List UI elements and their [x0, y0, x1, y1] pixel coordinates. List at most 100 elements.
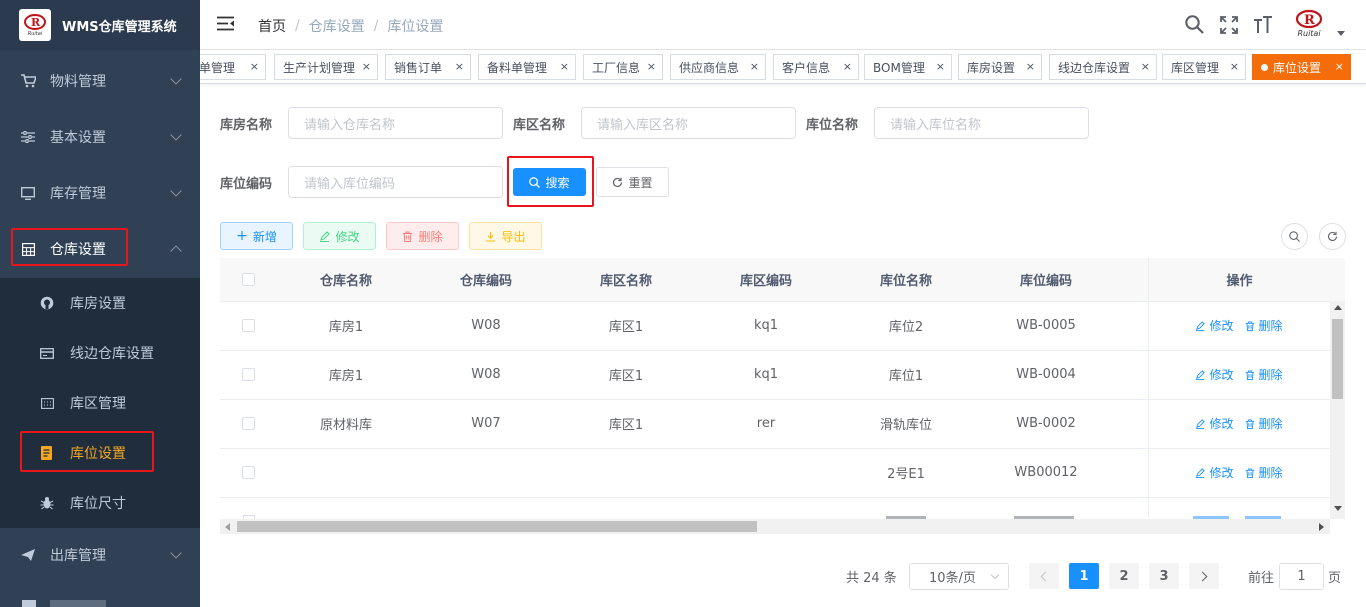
sidebar-item-zone-management[interactable]: 库区管理	[0, 378, 200, 428]
header-select-all[interactable]	[220, 258, 276, 301]
close-icon[interactable]: ×	[647, 60, 656, 73]
row-edit-button[interactable]: 修改	[1195, 464, 1234, 481]
goto-page-input[interactable]: 1	[1279, 563, 1324, 590]
header-actions: 操作	[1148, 258, 1330, 301]
close-icon[interactable]: ×	[1026, 60, 1035, 73]
search-icon[interactable]	[1185, 15, 1204, 38]
sidebar-item-storeroom-settings[interactable]: 库房设置	[0, 278, 200, 328]
row-delete-button[interactable]: 删除	[1245, 464, 1283, 481]
scroll-down-arrow-icon[interactable]	[1334, 506, 1342, 511]
plane-icon	[20, 547, 36, 563]
trash-icon	[1245, 320, 1254, 331]
sidebar-item-basic-settings[interactable]: 基本设置	[0, 109, 200, 165]
tag-storeroom-settings[interactable]: 库房设置 ×	[958, 54, 1042, 80]
breadcrumb-home[interactable]: 首页	[258, 16, 286, 36]
tag-lineside-warehouse[interactable]: 线边仓库设置 ×	[1049, 54, 1157, 80]
row-delete-button[interactable]: 删除	[1245, 366, 1283, 383]
tag-label: 客户信息	[782, 60, 831, 75]
location-name-input[interactable]: 请输入库位名称	[874, 107, 1089, 139]
table-cell	[556, 448, 696, 497]
edit-button[interactable]: 修改	[303, 222, 376, 250]
toggle-search-button[interactable]	[1281, 223, 1308, 250]
scroll-up-arrow-icon[interactable]	[1334, 305, 1342, 310]
checkbox[interactable]	[241, 417, 255, 430]
highlight-box	[20, 431, 154, 472]
tag-location-settings[interactable]: 库位设置 ×	[1252, 54, 1351, 80]
sidebar-item-outbound[interactable]: 出库管理	[0, 527, 200, 583]
caret-down-icon[interactable]	[1337, 31, 1345, 36]
close-icon[interactable]: ×	[250, 60, 259, 73]
table-cell: 2号E1	[887, 467, 925, 482]
zone-name-input[interactable]: 请输入库区名称	[581, 107, 796, 139]
close-icon[interactable]: ×	[843, 60, 852, 73]
close-icon[interactable]: ×	[560, 60, 569, 73]
row-edit-button[interactable]: 修改	[1195, 415, 1234, 432]
checkbox[interactable]	[241, 273, 255, 286]
page-size-value: 10条/页	[929, 571, 976, 586]
text-size-icon[interactable]	[1253, 15, 1273, 39]
page-button-2[interactable]: 2	[1109, 563, 1139, 589]
bug-icon	[40, 496, 54, 510]
avatar[interactable]: R Ruitai	[1292, 9, 1326, 41]
sidebar-item-material[interactable]: 物料管理	[0, 53, 200, 109]
vertical-scroll-thumb[interactable]	[1332, 319, 1343, 399]
close-icon[interactable]: ×	[750, 60, 759, 73]
location-code-input[interactable]: 请输入库位编码	[288, 166, 503, 198]
checkbox[interactable]	[241, 466, 255, 479]
tag-bom-management[interactable]: BOM管理 ×	[864, 54, 952, 80]
tag-sales-order[interactable]: 销售订单 ×	[385, 54, 471, 80]
row-checkbox-cell[interactable]	[220, 399, 276, 448]
trash-icon	[1245, 467, 1254, 478]
prev-page-button[interactable]	[1029, 563, 1059, 589]
row-delete-button[interactable]: 删除	[1245, 317, 1283, 334]
row-edit-button[interactable]: 修改	[1195, 317, 1234, 334]
page-button-1[interactable]: 1	[1069, 563, 1099, 589]
export-button[interactable]: 导出	[469, 222, 542, 250]
table-cell: 库区1	[608, 320, 644, 335]
hamburger-icon[interactable]	[217, 16, 234, 35]
location-code-label: 库位编码	[220, 177, 273, 192]
sidebar-item-location-size[interactable]: 库位尺寸	[0, 478, 200, 528]
table-cell: 库区1	[608, 369, 644, 384]
row-checkbox-cell[interactable]	[220, 350, 276, 399]
tag-factory-info[interactable]: 工厂信息 ×	[583, 54, 663, 80]
page-size-select[interactable]: 10条/页	[909, 563, 1009, 590]
row-delete-button[interactable]: 删除	[1245, 415, 1283, 432]
add-button[interactable]: + 新增	[220, 222, 293, 250]
vertical-scrollbar[interactable]	[1330, 301, 1345, 519]
tag-zone-management[interactable]: 库区管理 ×	[1162, 54, 1246, 80]
tag-customer-info[interactable]: 客户信息 ×	[773, 54, 859, 80]
delete-button[interactable]: 删除	[386, 222, 459, 250]
warehouse-name-input[interactable]: 请输入仓库名称	[288, 107, 503, 139]
tag-material-prep[interactable]: 备料单管理 ×	[478, 54, 576, 80]
page-button-3[interactable]: 3	[1149, 563, 1179, 589]
refresh-table-button[interactable]	[1319, 223, 1346, 250]
close-icon[interactable]: ×	[1335, 60, 1344, 73]
next-page-button[interactable]	[1189, 563, 1219, 589]
row-checkbox-cell[interactable]	[220, 301, 276, 350]
checkbox[interactable]	[241, 319, 255, 332]
row-checkbox-cell[interactable]	[220, 448, 276, 497]
edit-icon	[320, 230, 331, 242]
close-icon[interactable]: ×	[455, 60, 464, 73]
row-edit-button[interactable]: 修改	[1195, 366, 1234, 383]
calendar-icon	[40, 396, 54, 410]
horizontal-scrollbar[interactable]	[220, 519, 1330, 534]
sidebar-item-inventory[interactable]: 库存管理	[0, 165, 200, 221]
close-icon[interactable]: ×	[1141, 60, 1150, 73]
checkbox[interactable]	[241, 368, 255, 381]
close-icon[interactable]: ×	[1230, 60, 1239, 73]
sidebar-item-lineside-warehouse[interactable]: 线边仓库设置	[0, 328, 200, 378]
close-icon[interactable]: ×	[362, 60, 371, 73]
chevron-right-icon	[1197, 571, 1208, 581]
scroll-left-arrow-icon[interactable]	[225, 523, 230, 531]
chevron-down-icon	[170, 185, 182, 197]
tag-production-plan[interactable]: 生产计划管理 ×	[274, 54, 378, 80]
reset-button[interactable]: 重置	[596, 167, 669, 197]
horizontal-scroll-thumb[interactable]	[237, 521, 757, 532]
close-icon[interactable]: ×	[936, 60, 945, 73]
tag-bom-list[interactable]: 单管理 ×	[200, 54, 266, 80]
scroll-right-arrow-icon[interactable]	[1319, 523, 1324, 531]
fullscreen-icon[interactable]	[1220, 16, 1238, 38]
tag-supplier-info[interactable]: 供应商信息 ×	[670, 54, 766, 80]
